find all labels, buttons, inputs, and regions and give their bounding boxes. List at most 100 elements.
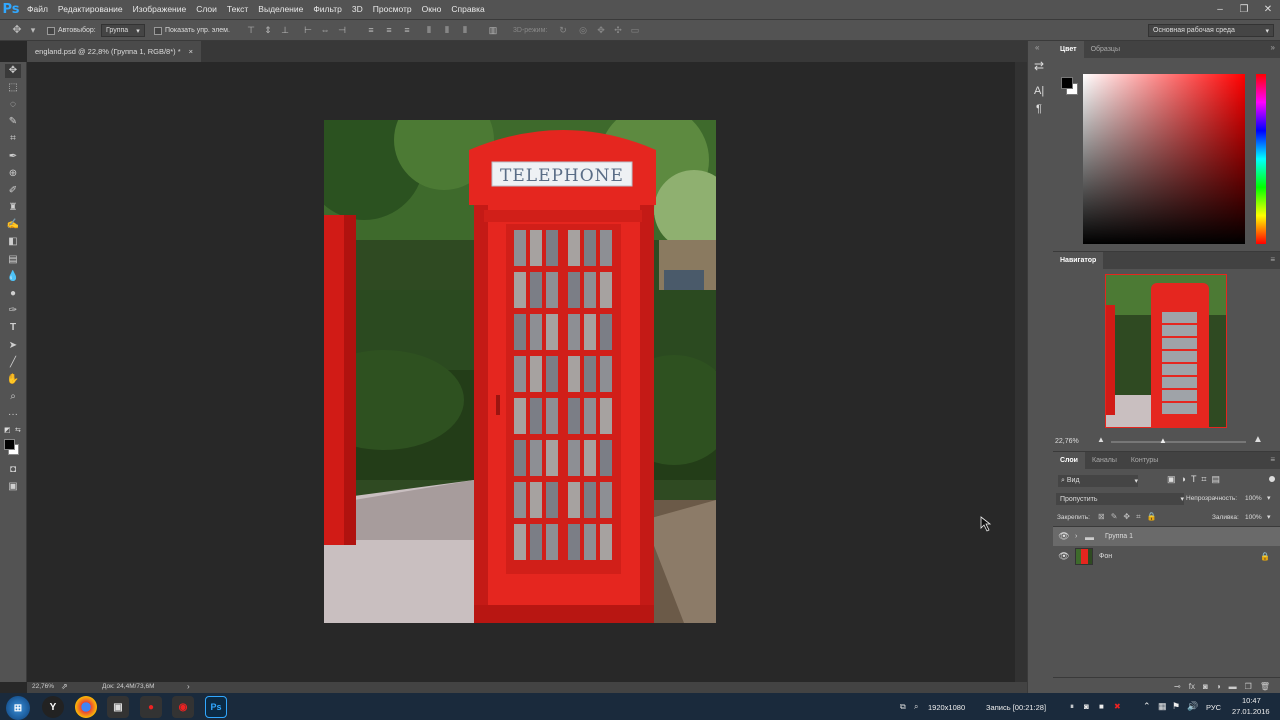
chevron-down-icon[interactable]: ▾: [28, 25, 38, 36]
hue-slider[interactable]: [1256, 74, 1266, 244]
distribute-bottom-icon[interactable]: ≡: [402, 25, 412, 36]
link-layers-icon[interactable]: ⊸: [1174, 682, 1181, 691]
path-select-tool-icon[interactable]: ➤: [5, 339, 21, 353]
zoom-tool-icon[interactable]: ⌕: [5, 390, 21, 404]
hand-tool-icon[interactable]: ✋: [5, 373, 21, 387]
menu-item[interactable]: Файл: [22, 0, 53, 19]
collapse-arrows-icon[interactable]: »: [1271, 43, 1275, 52]
quick-select-tool-icon[interactable]: ✎: [5, 115, 21, 129]
export-icon[interactable]: ⇗: [61, 682, 68, 691]
collapse-arrows-icon[interactable]: «: [1035, 43, 1039, 52]
layer-filter-icons[interactable]: ▣◑T⌗▤: [1167, 474, 1225, 485]
show-transform-checkbox[interactable]: [154, 26, 162, 35]
paragraph-panel-icon[interactable]: ¶: [1036, 103, 1042, 115]
zoom-slider[interactable]: [1111, 441, 1246, 443]
volume-icon[interactable]: 🔊: [1187, 701, 1198, 712]
layer-filter-dropdown[interactable]: ⌕ Вид ▾: [1058, 475, 1138, 487]
menu-item[interactable]: 3D: [347, 0, 368, 19]
gradient-tool-icon[interactable]: ▤: [5, 253, 21, 267]
default-colors-icon[interactable]: ◩: [4, 426, 11, 434]
new-layer-icon[interactable]: ❐: [1245, 682, 1252, 691]
dodge-tool-icon[interactable]: ●: [5, 287, 21, 301]
panel-menu-icon[interactable]: ≡: [1270, 255, 1275, 264]
navigator-preview[interactable]: [1105, 274, 1227, 428]
screen-mode-icon[interactable]: ▣: [5, 480, 21, 494]
chevron-right-icon[interactable]: ›: [1075, 533, 1085, 540]
brush-tool-icon[interactable]: ✐: [5, 184, 21, 198]
new-group-icon[interactable]: ▬: [1229, 682, 1237, 691]
quick-mask-icon[interactable]: ◘: [5, 463, 21, 477]
delete-layer-icon[interactable]: 🗑: [1260, 682, 1270, 691]
rotate-3d-icon[interactable]: ↻: [558, 25, 568, 36]
menu-item[interactable]: Изображение: [128, 0, 192, 19]
tab-paths[interactable]: Контуры: [1124, 452, 1165, 469]
document-tab[interactable]: england.psd @ 22,8% (Группа 1, RGB/8*) *…: [27, 41, 202, 62]
show-transform-option[interactable]: Показать упр. элем.: [154, 24, 230, 37]
layer-row-group[interactable]: 👁 › ▬ Группа 1: [1053, 527, 1280, 546]
stamp-tool-icon[interactable]: ♜: [5, 201, 21, 215]
distribute-right-icon[interactable]: ⦀: [460, 25, 470, 36]
color-field[interactable]: [1083, 74, 1245, 244]
line-tool-icon[interactable]: ╱: [5, 356, 21, 370]
monitor-icon[interactable]: ⧉: [900, 702, 906, 712]
yandex-browser-icon[interactable]: Y: [42, 696, 64, 718]
eye-icon[interactable]: 👁: [1053, 531, 1075, 542]
menu-item[interactable]: Справка: [446, 0, 489, 19]
menu-item[interactable]: Окно: [417, 0, 447, 19]
layer-mask-icon[interactable]: ◙: [1203, 682, 1208, 691]
clock-date[interactable]: 27.01.2016: [1232, 707, 1270, 716]
chevron-down-icon[interactable]: ▾: [1267, 494, 1271, 502]
zoom-slider-handle[interactable]: ▲: [1159, 436, 1167, 445]
autoselect-option[interactable]: Автовыбор:: [47, 24, 96, 37]
marquee-tool-icon[interactable]: ⬚: [5, 81, 21, 95]
network-icon[interactable]: ▦: [1158, 701, 1167, 712]
tab-swatches[interactable]: Образцы: [1084, 41, 1127, 58]
more-tools-icon[interactable]: ···: [5, 408, 21, 422]
foreground-color-swatch[interactable]: [4, 439, 15, 450]
video-editor-icon[interactable]: ▣: [107, 696, 129, 718]
foreground-swatch[interactable]: [1061, 77, 1073, 89]
blur-tool-icon[interactable]: 💧: [5, 270, 21, 284]
zoom-in-icon[interactable]: ▲: [1253, 434, 1263, 445]
move-tool-icon[interactable]: ✥: [5, 64, 21, 78]
close-icon[interactable]: ✕: [1256, 4, 1280, 15]
properties-panel-icon[interactable]: ⇄: [1034, 59, 1044, 73]
recorder-icon[interactable]: ●: [140, 696, 162, 718]
eye-icon[interactable]: 👁: [1053, 551, 1075, 562]
menu-item[interactable]: Фильтр: [308, 0, 347, 19]
layer-name[interactable]: Фон: [1099, 553, 1260, 560]
type-tool-icon[interactable]: T: [5, 321, 21, 335]
crop-tool-icon[interactable]: ⌗: [5, 132, 21, 146]
start-button-icon[interactable]: ⊞: [6, 696, 30, 720]
search-icon[interactable]: ⌕: [914, 702, 918, 712]
align-hcenter-icon[interactable]: ⇔: [320, 25, 330, 36]
pause-icon[interactable]: ⏸: [1070, 702, 1074, 712]
layer-style-icon[interactable]: fx: [1189, 682, 1195, 691]
slide-3d-icon[interactable]: ✣: [613, 25, 623, 36]
history-brush-tool-icon[interactable]: ✍: [5, 218, 21, 232]
align-bottom-icon[interactable]: ⊥: [280, 25, 290, 36]
panel-menu-icon[interactable]: ≡: [1270, 455, 1275, 464]
chevron-down-icon[interactable]: ▾: [1267, 513, 1271, 521]
opacity-value[interactable]: 100%: [1245, 495, 1262, 502]
document-image[interactable]: TELEPHONE: [324, 120, 716, 623]
swap-colors-icon[interactable]: ⇆: [15, 426, 21, 434]
navigator-zoom[interactable]: 22,76%: [1055, 438, 1079, 445]
healing-tool-icon[interactable]: ⊕: [5, 167, 21, 181]
align-right-icon[interactable]: ⊣: [337, 25, 347, 36]
align-left-icon[interactable]: ⊢: [303, 25, 313, 36]
roll-3d-icon[interactable]: ◎: [578, 25, 588, 36]
menu-item[interactable]: Редактирование: [53, 0, 128, 19]
tab-color[interactable]: Цвет: [1053, 41, 1084, 58]
distribute-hcenter-icon[interactable]: ⦀: [442, 25, 452, 36]
minimize-icon[interactable]: –: [1208, 4, 1232, 15]
stop-icon[interactable]: ■: [1099, 702, 1104, 711]
eyedropper-tool-icon[interactable]: ✒: [5, 150, 21, 164]
character-panel-icon[interactable]: A|: [1034, 85, 1044, 97]
menu-item[interactable]: Выделение: [253, 0, 308, 19]
zoom-readout[interactable]: 22,76%: [32, 683, 54, 690]
chevron-right-icon[interactable]: ›: [187, 682, 190, 691]
menu-item[interactable]: Просмотр: [368, 0, 417, 19]
tab-navigator[interactable]: Навигатор: [1053, 252, 1104, 269]
tab-channels[interactable]: Каналы: [1085, 452, 1124, 469]
